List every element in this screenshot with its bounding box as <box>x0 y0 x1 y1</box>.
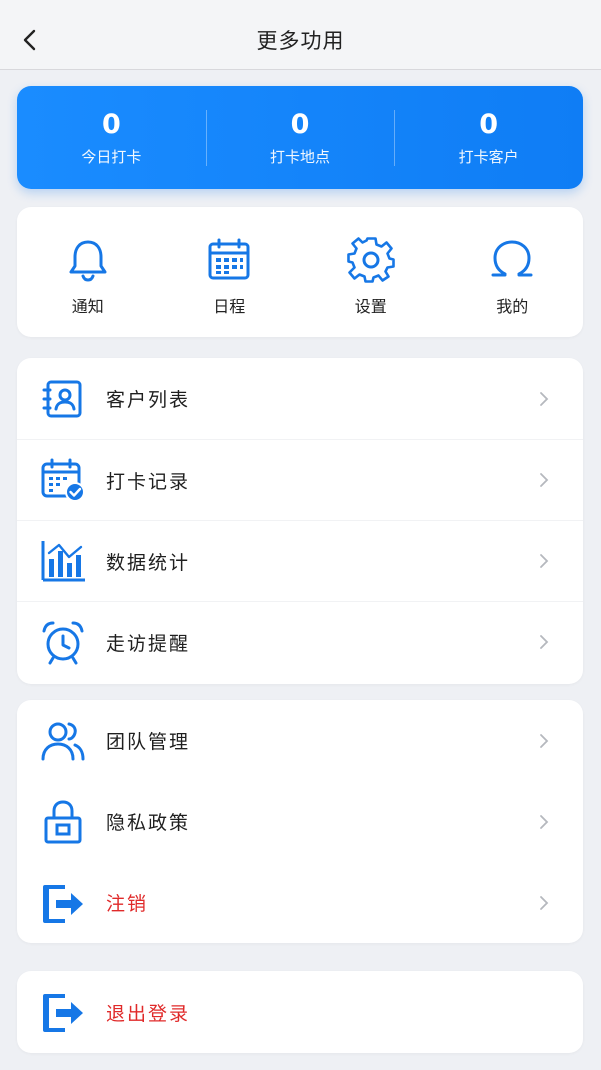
user-icon <box>491 240 533 277</box>
quick-label: 我的 <box>496 297 529 316</box>
page-title: 更多功用 <box>256 29 345 53</box>
gear-icon <box>346 237 395 283</box>
bell-icon <box>69 240 107 282</box>
stat-checkin-locations[interactable]: 0 打卡地点 <box>205 108 395 167</box>
lock-icon <box>44 799 82 843</box>
menu-item-label: 团队管理 <box>106 731 191 753</box>
menu-item-label: 数据统计 <box>106 551 191 574</box>
contacts-icon <box>42 380 82 417</box>
stat-value: 0 <box>290 109 310 140</box>
menu-item-customer-list[interactable]: 客户列表 <box>17 358 583 439</box>
menu-item-label: 打卡记录 <box>106 470 191 493</box>
stat-label: 打卡客户 <box>458 148 519 166</box>
chevron-right-icon <box>540 635 549 649</box>
menu-item-label: 客户列表 <box>106 389 191 411</box>
quick-settings[interactable]: 设置 <box>300 207 442 337</box>
team-icon <box>41 722 85 760</box>
logout-label: 退出登录 <box>106 1002 191 1025</box>
calendar-icon <box>208 238 250 280</box>
exit-icon <box>43 884 83 923</box>
menu-item-deregister[interactable]: 注销 <box>17 862 583 943</box>
quick-notifications[interactable]: 通知 <box>17 207 159 337</box>
chevron-right-icon <box>540 733 549 748</box>
logout-card: 退出登录 <box>17 971 583 1053</box>
stats-banner: 0 今日打卡 0 打卡地点 0 打卡客户 <box>17 86 583 189</box>
nav-bar: 更多功用 <box>0 0 601 70</box>
stat-value: 0 <box>101 109 121 140</box>
chevron-right-icon <box>540 391 549 406</box>
quick-profile[interactable]: 我的 <box>442 207 584 337</box>
menu-item-visit-reminder[interactable]: 走访提醒 <box>17 601 583 682</box>
menu-card-secondary: 团队管理 隐私政策 注销 <box>17 700 583 943</box>
menu-item-team-management[interactable]: 团队管理 <box>17 700 583 781</box>
bar-chart-icon <box>41 541 85 582</box>
menu-card-primary: 客户列表 打卡记录 数据统计 走访提醒 <box>17 358 583 684</box>
checkin-calendar-icon <box>41 458 85 502</box>
quick-actions-card: 通知 日程 设置 我的 <box>17 207 583 337</box>
menu-item-label: 走访提醒 <box>106 632 191 655</box>
stat-value: 0 <box>479 109 499 140</box>
chevron-right-icon <box>540 473 549 487</box>
quick-schedule[interactable]: 日程 <box>159 207 301 337</box>
stat-today-checkin[interactable]: 0 今日打卡 <box>17 108 206 167</box>
menu-item-privacy-policy[interactable]: 隐私政策 <box>17 781 583 862</box>
stat-label: 打卡地点 <box>270 148 331 166</box>
chevron-right-icon <box>540 554 549 568</box>
menu-item-label: 注销 <box>106 893 149 915</box>
alarm-clock-icon <box>42 621 84 665</box>
stat-label: 今日打卡 <box>81 148 142 166</box>
menu-item-checkin-records[interactable]: 打卡记录 <box>17 439 583 520</box>
chevron-right-icon <box>540 814 549 829</box>
menu-item-data-statistics[interactable]: 数据统计 <box>17 520 583 601</box>
quick-label: 日程 <box>213 297 246 316</box>
quick-label: 设置 <box>354 297 387 316</box>
menu-item-label: 隐私政策 <box>106 812 191 834</box>
quick-label: 通知 <box>71 297 104 316</box>
chevron-right-icon <box>540 895 549 910</box>
logout-button[interactable]: 退出登录 <box>17 971 583 1053</box>
logout-icon <box>43 994 83 1032</box>
stat-checkin-customers[interactable]: 0 打卡客户 <box>394 108 583 167</box>
